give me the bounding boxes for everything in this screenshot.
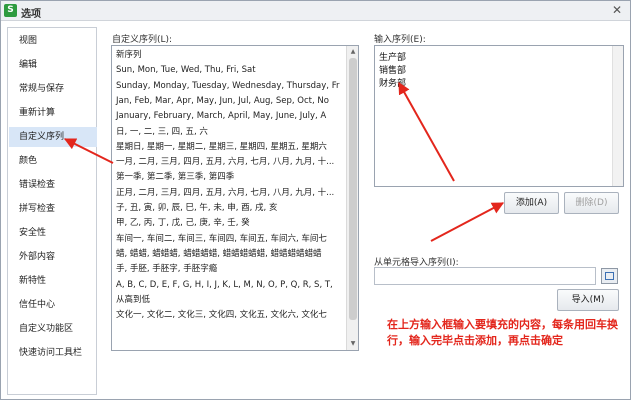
entries-scrollbar[interactable]	[612, 46, 623, 186]
list-scrollbar[interactable]: ▲ ▼	[346, 46, 358, 350]
options-sidebar: 视图 编辑 常规与保存 重新计算 自定义序列 颜色 错误检查 拼写检查 安全性 …	[7, 27, 97, 395]
app-icon: S	[4, 4, 17, 17]
list-item[interactable]: 从高到低	[112, 293, 346, 308]
entry-line: 生产部	[379, 53, 407, 63]
sidebar-item-quick-access[interactable]: 快速访问工具栏	[9, 343, 97, 363]
list-item[interactable]: Sunday, Monday, Tuesday, Wednesday, Thur…	[112, 79, 346, 94]
add-button[interactable]: 添加(A)	[504, 192, 559, 214]
entries-label: 输入序列(E):	[374, 35, 426, 45]
list-item[interactable]: 手, 手胚, 手胚字, 手胚字瘾	[112, 262, 346, 277]
sidebar-item-edit[interactable]: 编辑	[9, 55, 97, 75]
close-icon[interactable]: ✕	[610, 3, 624, 17]
list-item[interactable]: 子, 丑, 寅, 卯, 辰, 巳, 午, 未, 申, 酉, 戌, 亥	[112, 201, 346, 216]
list-item[interactable]: 一月, 二月, 三月, 四月, 五月, 六月, 七月, 八月, 九月, 十...	[112, 155, 346, 170]
sidebar-item-color[interactable]: 颜色	[9, 151, 97, 171]
sidebar-item-new-features[interactable]: 新特性	[9, 271, 97, 291]
arrow-to-add-button	[430, 202, 505, 242]
list-item[interactable]: January, February, March, April, May, Ju…	[112, 109, 346, 124]
sidebar-item-trust-center[interactable]: 信任中心	[9, 295, 97, 315]
list-item[interactable]: 星期日, 星期一, 星期二, 星期三, 星期四, 星期五, 星期六	[112, 140, 346, 155]
sidebar-item-general-save[interactable]: 常规与保存	[9, 79, 97, 99]
list-item[interactable]: Jan, Feb, Mar, Apr, May, Jun, Jul, Aug, …	[112, 94, 346, 109]
scroll-down-icon[interactable]: ▼	[349, 340, 357, 348]
list-item[interactable]: 日, 一, 二, 三, 四, 五, 六	[112, 125, 346, 140]
list-entries-textarea[interactable]: 生产部 销售部 财务部	[374, 45, 624, 187]
custom-lists-listbox[interactable]: 新序列 Sun, Mon, Tue, Wed, Thu, Fri, Sat Sund…	[111, 45, 359, 351]
dialog-title: 选项	[21, 9, 41, 20]
list-item[interactable]: Sun, Mon, Tue, Wed, Thu, Fri, Sat	[112, 63, 346, 78]
import-button[interactable]: 导入(M)	[557, 289, 619, 311]
sidebar-item-spell-check[interactable]: 拼写检查	[9, 199, 97, 219]
instruction-annotation: 在上方输入框输入要填充的内容，每条用回车换行，输入完毕点击添加，再点击确定	[387, 318, 618, 347]
list-item[interactable]: 新序列	[112, 48, 346, 64]
import-range-input[interactable]	[374, 267, 596, 285]
entry-line: 财务部	[379, 79, 407, 89]
sidebar-item-recalculate[interactable]: 重新计算	[9, 103, 97, 123]
sidebar-item-security[interactable]: 安全性	[9, 223, 97, 243]
sidebar-item-custom-ribbon[interactable]: 自定义功能区	[9, 319, 97, 339]
entry-line: 销售部	[379, 66, 407, 76]
list-item[interactable]: 车间一, 车间二, 车间三, 车间四, 车间五, 车间六, 车间七	[112, 232, 346, 247]
options-dialog: S 选项 ✕ 视图 编辑 常规与保存 重新计算 自定义序列 颜色 错误检查 拼写…	[0, 0, 631, 400]
list-item[interactable]: 正月, 二月, 三月, 四月, 五月, 六月, 七月, 八月, 九月, 十...	[112, 186, 346, 201]
list-item[interactable]: 第一季, 第二季, 第三季, 第四季	[112, 170, 346, 185]
sidebar-item-custom-lists[interactable]: 自定义序列	[9, 127, 97, 147]
sidebar-item-view[interactable]: 视图	[9, 31, 97, 51]
custom-lists-label: 自定义序列(L):	[112, 35, 173, 45]
title-bar: S 选项 ✕	[1, 1, 630, 21]
collapse-dialog-icon[interactable]	[601, 268, 618, 284]
sidebar-item-error-check[interactable]: 错误检查	[9, 175, 97, 195]
list-item[interactable]: 蜡, 蜡蜡, 蜡蜡蜡, 蜡蜡蜡蜡, 蜡蜡蜡蜡蜡, 蜡蜡蜡蜡蜡蜡	[112, 247, 346, 262]
list-item[interactable]: A, B, C, D, E, F, G, H, I, J, K, L, M, N…	[112, 278, 346, 293]
delete-button[interactable]: 删除(D)	[564, 192, 619, 214]
scroll-thumb[interactable]	[349, 58, 357, 320]
sidebar-item-external[interactable]: 外部内容	[9, 247, 97, 267]
scroll-up-icon[interactable]: ▲	[349, 48, 357, 56]
list-item[interactable]: 文化一, 文化二, 文化三, 文化四, 文化五, 文化六, 文化七	[112, 308, 346, 323]
list-item[interactable]: 甲, 乙, 丙, 丁, 戊, 己, 庚, 辛, 壬, 癸	[112, 216, 346, 231]
